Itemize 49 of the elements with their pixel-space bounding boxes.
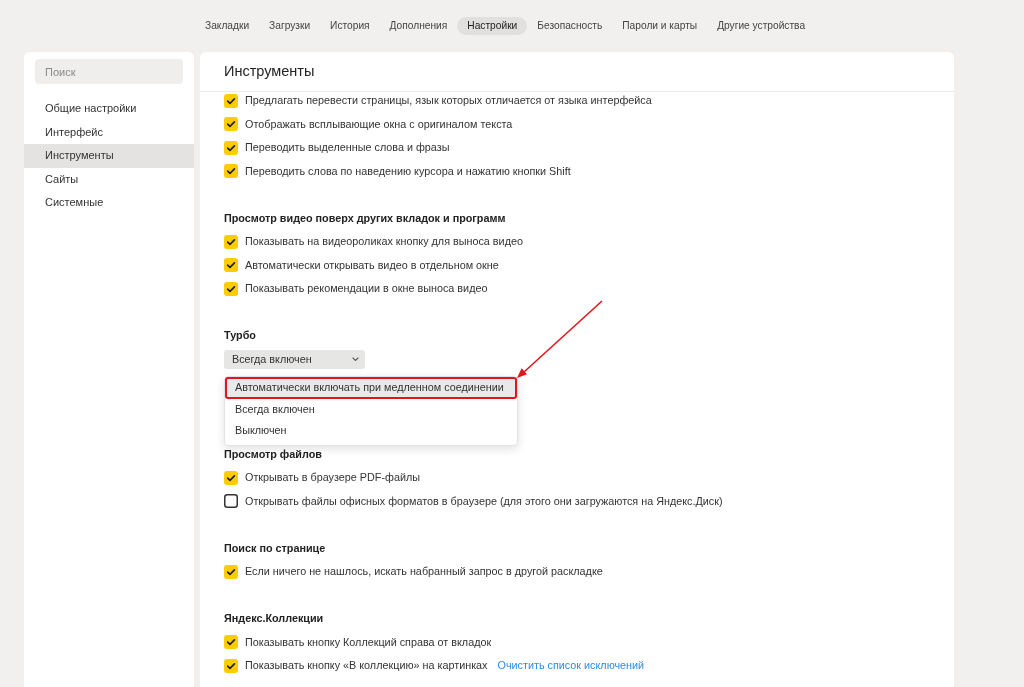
checkbox[interactable]: [224, 494, 238, 509]
nav-tab[interactable]: Дополнения: [379, 16, 458, 36]
checkbox-label: Показывать рекомендации в окне выноса видео: [245, 282, 488, 296]
checkbox-label: Открывать файлы офисных форматов в браузере (для этого они загружаются на Яндекс.Диск): [245, 494, 723, 508]
checkbox-label: Переводить слова по наведению курсора и нажатию кнопки Shift: [245, 164, 571, 178]
section-title: Просмотр видео поверх других вкладок и программ: [224, 210, 507, 226]
sidebar-item[interactable]: Интерфейс: [24, 120, 194, 144]
checkbox-label: Открывать в браузере PDF-файлы: [245, 471, 420, 485]
nav-tab[interactable]: Другие устройства: [707, 16, 816, 36]
checkbox[interactable]: [224, 635, 238, 650]
checkbox-label: Переводить выделенные слова и фразы: [245, 141, 450, 155]
nav-tab[interactable]: Закладки: [195, 16, 260, 36]
checkbox[interactable]: [224, 258, 238, 273]
page-title: Инструменты: [224, 62, 315, 81]
nav-tab[interactable]: Настройки: [457, 16, 528, 36]
checkbox[interactable]: [224, 281, 238, 296]
dropdown-option[interactable]: Выключен: [225, 420, 517, 442]
text-link[interactable]: Очистить список исключений: [497, 659, 645, 673]
checkbox[interactable]: [224, 470, 238, 485]
nav-tab[interactable]: Пароли и карты: [612, 16, 708, 36]
section-title: Яндекс.Коллекции: [224, 611, 325, 626]
section-title: Турбо: [224, 328, 257, 343]
checkbox[interactable]: [224, 234, 238, 249]
checkbox[interactable]: [224, 93, 238, 108]
checkbox-label: Показывать на видеороликах кнопку для выноса видео: [245, 235, 523, 249]
sidebar-item[interactable]: Сайты: [24, 167, 194, 191]
search-field[interactable]: Поиск: [35, 59, 183, 84]
checkbox[interactable]: [224, 164, 238, 179]
dropdown-option[interactable]: Всегда включен: [225, 398, 517, 420]
checkbox-label: Отображать всплывающие окна с оригиналом текста: [245, 117, 513, 131]
checkbox[interactable]: [224, 117, 238, 132]
checkbox-label: Автоматически открывать видео в отдельном окне: [245, 258, 499, 272]
checkbox-label: Предлагать перевести страницы, язык которых отличается от языка интерфейса: [245, 94, 652, 108]
checkbox-label: Показывать кнопку «В коллекцию» на картинках: [245, 659, 488, 673]
chevron-down-icon: [352, 357, 359, 362]
section-title: Поиск по странице: [224, 540, 327, 556]
sidebar-item[interactable]: Инструменты: [24, 144, 194, 168]
section-title: Просмотр файлов: [224, 446, 323, 462]
nav-tab[interactable]: История: [320, 16, 380, 36]
checkbox-label: Если ничего не нашлось, искать набранный запрос в другой раскладке: [245, 565, 603, 579]
dropdown-select[interactable]: Всегда включен: [224, 349, 365, 369]
nav-tab[interactable]: Безопасность: [527, 16, 613, 36]
sidebar-item[interactable]: Общие настройки: [24, 97, 194, 121]
checkbox[interactable]: [224, 658, 238, 673]
checkbox-label: Показывать кнопку Коллекций справа от вкладок: [245, 635, 492, 649]
checkbox[interactable]: [224, 140, 238, 155]
sidebar-item[interactable]: Системные: [24, 191, 194, 215]
nav-tab[interactable]: Загрузки: [259, 16, 321, 36]
checkbox[interactable]: [224, 564, 238, 579]
